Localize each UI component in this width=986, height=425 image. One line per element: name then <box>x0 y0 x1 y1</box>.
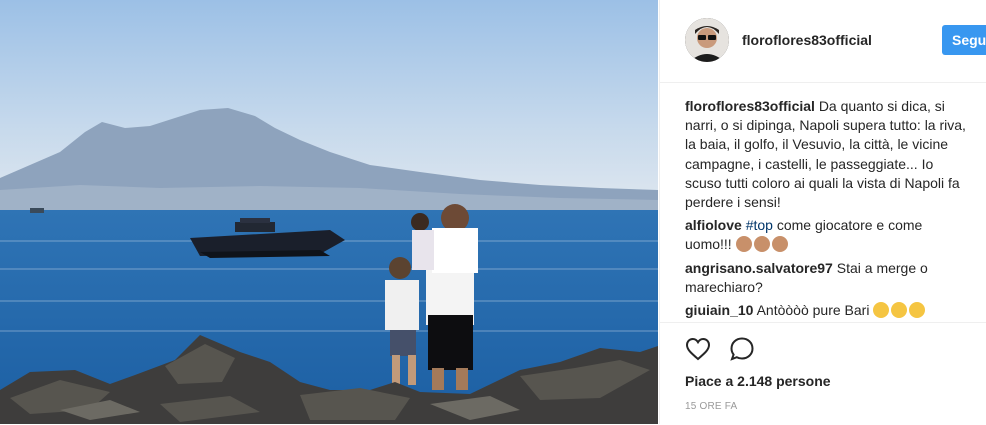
caption-username[interactable]: floroflores83official <box>685 98 815 114</box>
list-item: giuiain_10 Antòòòò pure Bari <box>685 301 970 320</box>
comment-username[interactable]: alfiolove <box>685 217 742 233</box>
post-header: floroflores83official Segui <box>660 0 986 83</box>
comment-username[interactable]: giuiain_10 <box>685 302 753 318</box>
laugh-emoji-icon <box>909 302 926 319</box>
post-author-username[interactable]: floroflores83official <box>742 32 872 48</box>
caption: floroflores83official Da quanto si dica,… <box>685 97 970 212</box>
avatar[interactable] <box>685 18 729 62</box>
list-item: angrisano.salvatore97 Stai a merge o mar… <box>685 259 970 297</box>
heart-icon[interactable] <box>684 335 712 363</box>
post-actions: Piace a 2.148 persone 15 ORE FA <box>660 322 986 425</box>
laugh-emoji-icon <box>891 302 908 319</box>
caption-text: Da quanto si dica, si narri, o si diping… <box>685 98 966 211</box>
clap-emoji-icon <box>771 236 788 253</box>
laugh-emoji-icon <box>873 302 890 319</box>
likes-count[interactable]: Piace a 2.148 persone <box>685 373 831 389</box>
post-timestamp[interactable]: 15 ORE FA <box>685 401 737 412</box>
follow-button[interactable]: Segui <box>942 25 986 55</box>
clap-emoji-icon <box>753 236 770 253</box>
comments-list[interactable]: floroflores83official Da quanto si dica,… <box>685 97 970 321</box>
hashtag-link[interactable]: #top <box>746 217 773 233</box>
clap-emoji-icon <box>735 236 752 253</box>
post-photo[interactable] <box>0 0 658 424</box>
comment-username[interactable]: angrisano.salvatore97 <box>685 260 833 276</box>
comment-icon[interactable] <box>728 335 756 363</box>
list-item: alfiolove #top come giocatore e come uom… <box>685 216 970 254</box>
comment-text: Antòòòò pure Bari <box>756 302 870 319</box>
post-sidebar: floroflores83official Segui floroflores8… <box>659 0 986 424</box>
